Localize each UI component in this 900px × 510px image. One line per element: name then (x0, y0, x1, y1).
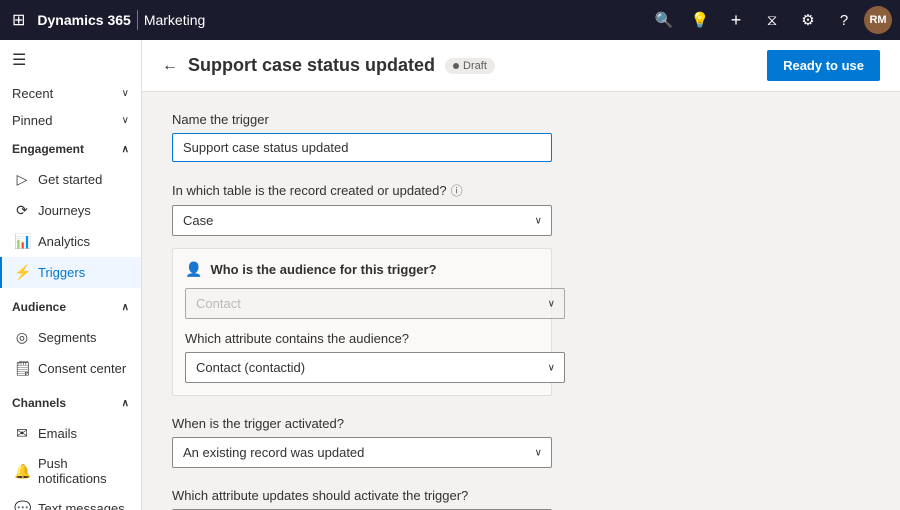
search-icon[interactable]: 🔍 (648, 4, 680, 36)
ready-to-use-button[interactable]: Ready to use (767, 50, 880, 81)
brand-divider (137, 10, 138, 30)
audience-select: Contact (185, 288, 565, 319)
emails-icon: ✉ (14, 425, 30, 442)
when-activated-group: When is the trigger activated? An existi… (172, 416, 870, 468)
sidebar-item-push-notifications[interactable]: 🔔 Push notifications (0, 449, 141, 493)
segments-icon: ◎ (14, 329, 30, 346)
page-title: Support case status updated (188, 55, 435, 76)
recent-chevron: ∨ (122, 88, 129, 99)
brand: Dynamics 365 Marketing (37, 10, 205, 30)
audience-box: 👤 Who is the audience for this trigger? … (172, 248, 552, 396)
engagement-chevron: ∧ (122, 144, 129, 155)
page-header-left: ← Support case status updated Draft (162, 55, 495, 76)
table-info-icon[interactable]: ⓘ (451, 182, 463, 199)
hamburger-icon[interactable]: ☰ (0, 40, 141, 80)
trigger-name-label: Name the trigger (172, 112, 870, 127)
trigger-name-input[interactable] (172, 133, 552, 162)
audience-group-label: Audience (12, 300, 66, 314)
settings-icon[interactable]: ⚙ (792, 4, 824, 36)
sidebar-item-triggers[interactable]: ⚡ Triggers (0, 257, 141, 288)
waffle-icon[interactable]: ⊞ (8, 6, 29, 34)
back-button[interactable]: ← (162, 57, 178, 75)
table-select-wrapper: Case ∨ (172, 205, 552, 236)
sidebar-item-get-started[interactable]: ▷ Get started (0, 164, 141, 195)
attribute-select-wrapper: Contact (contactid) ∨ (185, 352, 565, 383)
push-label: Push notifications (38, 456, 129, 486)
engagement-section: ▷ Get started ⟳ Journeys 📊 Analytics ⚡ T… (0, 160, 141, 292)
pinned-label: Pinned (12, 113, 52, 128)
page-header: ← Support case status updated Draft Read… (142, 40, 900, 92)
journeys-icon: ⟳ (14, 202, 30, 219)
attribute-select[interactable]: Contact (contactid) (185, 352, 565, 383)
main-layout: ☰ Recent ∨ Pinned ∨ Engagement ∧ ▷ Get s… (0, 40, 900, 510)
analytics-label: Analytics (38, 234, 90, 249)
segments-label: Segments (38, 330, 97, 345)
filter-icon[interactable]: ⧖ (756, 4, 788, 36)
sidebar-item-pinned[interactable]: Pinned ∨ (0, 107, 141, 134)
emails-label: Emails (38, 426, 77, 441)
sidebar-item-segments[interactable]: ◎ Segments (0, 322, 141, 353)
engagement-label: Engagement (12, 142, 84, 156)
when-label: When is the trigger activated? (172, 416, 870, 431)
audience-section: ◎ Segments 🗒 Consent center (0, 318, 141, 388)
sidebar-item-analytics[interactable]: 📊 Analytics (0, 226, 141, 257)
trigger-name-group: Name the trigger (172, 112, 870, 162)
audience-chevron: ∧ (122, 302, 129, 313)
sidebar-item-emails[interactable]: ✉ Emails (0, 418, 141, 449)
sidebar-item-consent-center[interactable]: 🗒 Consent center (0, 353, 141, 384)
recent-label: Recent (12, 86, 53, 101)
draft-badge: Draft (445, 58, 495, 74)
journeys-label: Journeys (38, 203, 91, 218)
analytics-icon: 📊 (14, 233, 30, 250)
consent-label: Consent center (38, 361, 126, 376)
when-select-wrapper: An existing record was updated ∨ (172, 437, 552, 468)
draft-dot (453, 63, 459, 69)
audience-group-header[interactable]: Audience ∧ (0, 292, 141, 318)
attribute-label: Which attribute contains the audience? (185, 331, 539, 346)
audience-header: 👤 Who is the audience for this trigger? (185, 261, 539, 278)
audience-person-icon: 👤 (185, 261, 202, 278)
triggers-label: Triggers (38, 265, 85, 280)
user-avatar[interactable]: RM (864, 6, 892, 34)
help-icon[interactable]: ? (828, 4, 860, 36)
channels-label: Channels (12, 396, 66, 410)
top-navigation: ⊞ Dynamics 365 Marketing 🔍 💡 + ⧖ ⚙ ? RM (0, 0, 900, 40)
pinned-chevron: ∨ (122, 115, 129, 126)
sidebar-item-journeys[interactable]: ⟳ Journeys (0, 195, 141, 226)
audience-select-wrapper: Contact ∨ (185, 288, 565, 319)
get-started-icon: ▷ (14, 171, 30, 188)
push-icon: 🔔 (14, 463, 30, 480)
table-label: In which table is the record created or … (172, 182, 870, 199)
table-group: In which table is the record created or … (172, 182, 870, 396)
sidebar-item-recent[interactable]: Recent ∨ (0, 80, 141, 107)
table-select[interactable]: Case (172, 205, 552, 236)
top-nav-icons: 🔍 💡 + ⧖ ⚙ ? RM (648, 4, 892, 36)
which-attr-group: Which attribute updates should activate … (172, 488, 870, 510)
sidebar-item-text-messages[interactable]: 💬 Text messages (0, 493, 141, 510)
engagement-group-header[interactable]: Engagement ∧ (0, 134, 141, 160)
channels-chevron: ∧ (122, 398, 129, 409)
form-area: Name the trigger In which table is the r… (142, 92, 900, 510)
text-label: Text messages (38, 501, 125, 510)
content-area: ← Support case status updated Draft Read… (142, 40, 900, 510)
when-select[interactable]: An existing record was updated (172, 437, 552, 468)
consent-icon: 🗒 (14, 360, 30, 377)
draft-label: Draft (463, 60, 487, 72)
text-icon: 💬 (14, 500, 30, 510)
add-icon[interactable]: + (720, 4, 752, 36)
brand-name: Dynamics 365 (37, 12, 130, 28)
get-started-label: Get started (38, 172, 102, 187)
channels-section: ✉ Emails 🔔 Push notifications 💬 Text mes… (0, 414, 141, 510)
which-attr-label: Which attribute updates should activate … (172, 488, 870, 503)
lightbulb-icon[interactable]: 💡 (684, 4, 716, 36)
module-name: Marketing (144, 12, 205, 28)
triggers-icon: ⚡ (14, 264, 30, 281)
sidebar: ☰ Recent ∨ Pinned ∨ Engagement ∧ ▷ Get s… (0, 40, 142, 510)
channels-group-header[interactable]: Channels ∧ (0, 388, 141, 414)
